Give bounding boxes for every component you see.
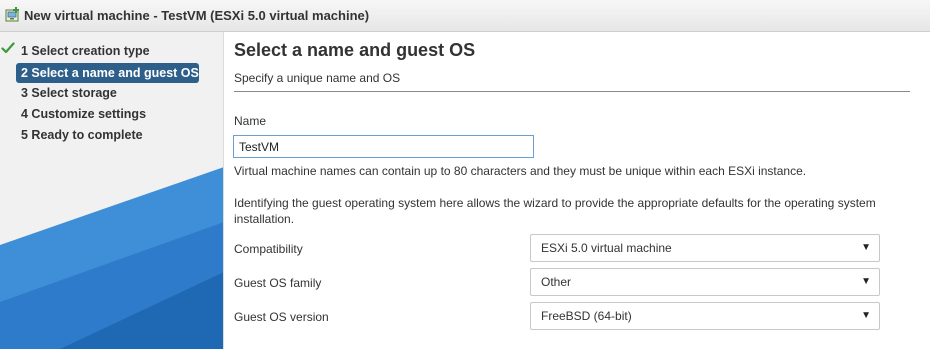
guest-os-family-select[interactable]: Other ▼ — [530, 268, 880, 296]
window-title: New virtual machine - TestVM (ESXi 5.0 v… — [24, 8, 370, 23]
compatibility-value: ESXi 5.0 virtual machine — [541, 241, 672, 255]
dropdown-arrow-icon: ▼ — [861, 276, 871, 287]
name-help-text: Virtual machine names can contain up to … — [234, 164, 807, 178]
nav-step-select-storage[interactable]: 3 Select storage — [16, 83, 127, 103]
nav-step-select-creation-type[interactable]: 1 Select creation type — [16, 41, 160, 61]
nav-step-select-name-and-guest-os[interactable]: 2 Select a name and guest OS — [16, 63, 199, 83]
compatibility-select[interactable]: ESXi 5.0 virtual machine ▼ — [530, 234, 880, 262]
dropdown-arrow-icon: ▼ — [861, 242, 871, 253]
wizard-step-nav: 1 Select creation type 2 Select a name a… — [0, 32, 224, 349]
guest-os-version-value: FreeBSD (64-bit) — [541, 309, 632, 323]
nav-step-customize-settings[interactable]: 4 Customize settings — [16, 104, 156, 124]
new-vm-icon — [5, 7, 19, 22]
compatibility-label: Compatibility — [234, 242, 303, 256]
guest-os-version-select[interactable]: FreeBSD (64-bit) ▼ — [530, 302, 880, 330]
guest-os-help-text: Identifying the guest operating system h… — [234, 196, 876, 226]
guest-os-family-label: Guest OS family — [234, 276, 322, 290]
guest-os-family-value: Other — [541, 275, 572, 289]
page-title: Select a name and guest OS — [234, 40, 476, 60]
window-title-bar: New virtual machine - TestVM (ESXi 5.0 v… — [0, 0, 930, 32]
header-divider — [234, 91, 910, 92]
dropdown-arrow-icon: ▼ — [861, 310, 871, 321]
name-label: Name — [234, 114, 267, 128]
nav-step-ready-to-complete[interactable]: 5 Ready to complete — [16, 125, 153, 145]
guest-os-version-label: Guest OS version — [234, 310, 329, 324]
wizard-content: Select a name and guest OS Specify a uni… — [224, 32, 930, 349]
page-subtitle: Specify a unique name and OS — [234, 71, 401, 85]
step-completed-check-icon — [1, 42, 15, 54]
vm-name-input[interactable] — [233, 135, 534, 158]
